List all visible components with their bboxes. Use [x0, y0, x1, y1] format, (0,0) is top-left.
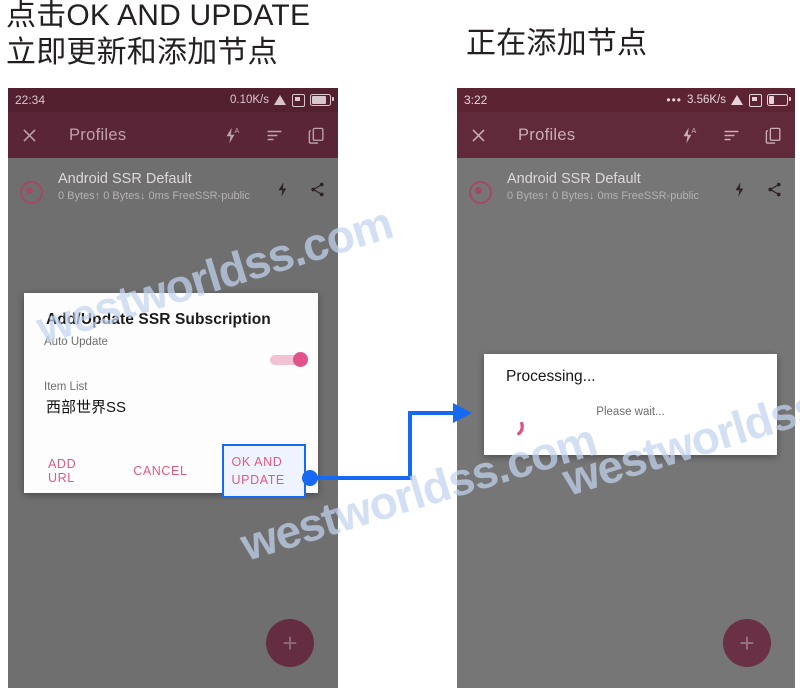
ok-and-update-button[interactable]: OK AND UPDATE	[232, 455, 285, 487]
close-icon[interactable]	[469, 126, 488, 145]
status-network-speed: 3.56K/s	[687, 94, 726, 106]
bolt-icon[interactable]	[732, 181, 749, 198]
phone-screenshot-right: 3:22 ••• 3.56K/s Profiles A Android SSR …	[457, 88, 795, 688]
bolt-icon[interactable]	[275, 181, 292, 198]
profile-subtitle: 0 Bytes↑ 0 Bytes↓ 0ms FreeSSR-public	[507, 190, 699, 203]
screen-record-icon	[749, 93, 762, 107]
add-profile-fab[interactable]: +	[266, 619, 314, 667]
wifi-icon	[731, 95, 744, 105]
dialog-actions: ADD URL CANCEL OK AND UPDATE	[24, 444, 318, 498]
status-time: 22:34	[15, 93, 46, 107]
profile-list: Android SSR Default 0 Bytes↑ 0 Bytes↓ 0m…	[8, 158, 338, 216]
status-time: 3:22	[464, 93, 488, 107]
dialog-title: Add/Update SSR Subscription	[46, 311, 271, 328]
ok-and-update-button-highlight: OK AND UPDATE	[221, 444, 306, 498]
list-item[interactable]: Android SSR Default 0 Bytes↑ 0 Bytes↓ 0m…	[8, 158, 338, 216]
phone-screenshot-left: 22:34 0.10K/s Profiles A Android SSR Def…	[8, 88, 338, 688]
screen-record-icon	[292, 93, 305, 107]
share-icon[interactable]	[309, 181, 326, 198]
sort-icon[interactable]	[265, 126, 284, 145]
sort-icon[interactable]	[722, 126, 741, 145]
app-bar-title: Profiles	[518, 125, 576, 144]
add-url-button[interactable]: ADD URL	[40, 451, 91, 491]
flash-auto-icon[interactable]: A	[680, 126, 699, 145]
battery-icon	[767, 94, 791, 106]
close-icon[interactable]	[20, 126, 39, 145]
auto-update-label: Auto Update	[44, 336, 108, 348]
copy-icon[interactable]	[307, 126, 326, 145]
app-bar: Profiles A	[457, 112, 795, 158]
caption-left: 点击OK AND UPDATE 立即更新和添加节点	[6, 0, 311, 69]
radio-selected-icon[interactable]	[20, 181, 43, 204]
copy-icon[interactable]	[764, 126, 783, 145]
processing-title: Processing...	[506, 368, 596, 385]
app-bar-title: Profiles	[69, 125, 127, 144]
profile-title: Android SSR Default	[507, 171, 641, 187]
toggle-thumb	[293, 352, 308, 367]
cancel-button[interactable]: CANCEL	[125, 458, 195, 484]
list-item[interactable]: Android SSR Default 0 Bytes↑ 0 Bytes↓ 0m…	[457, 158, 795, 216]
profile-title: Android SSR Default	[58, 171, 192, 187]
radio-selected-icon[interactable]	[469, 181, 492, 204]
svg-text:A: A	[234, 127, 239, 135]
item-list-label: Item List	[44, 381, 88, 393]
profile-subtitle: 0 Bytes↑ 0 Bytes↓ 0ms FreeSSR-public	[58, 190, 250, 203]
status-bar: 22:34 0.10K/s	[8, 88, 338, 112]
item-list-value[interactable]: 西部世界SS	[24, 393, 318, 417]
status-more-dots: •••	[666, 93, 682, 107]
battery-icon	[310, 94, 334, 106]
svg-text:A: A	[691, 127, 696, 135]
status-network-speed: 0.10K/s	[230, 94, 269, 106]
share-icon[interactable]	[766, 181, 783, 198]
add-icon: +	[282, 628, 298, 658]
profile-list: Android SSR Default 0 Bytes↑ 0 Bytes↓ 0m…	[457, 158, 795, 216]
loading-spinner-icon	[500, 415, 526, 441]
processing-message: Please wait...	[596, 406, 665, 418]
flash-auto-icon[interactable]: A	[223, 126, 242, 145]
add-profile-fab[interactable]: +	[723, 619, 771, 667]
wifi-icon	[274, 95, 287, 105]
auto-update-toggle[interactable]	[270, 352, 308, 367]
app-bar: Profiles A	[8, 112, 338, 158]
add-update-ssr-dialog: Add/Update SSR Subscription Auto Update …	[24, 293, 318, 498]
screenshot-root: 点击OK AND UPDATE 立即更新和添加节点 正在添加节点 22:34 0…	[0, 0, 800, 689]
status-bar: 3:22 ••• 3.56K/s	[457, 88, 795, 112]
caption-right: 正在添加节点	[466, 27, 648, 60]
add-icon: +	[739, 628, 755, 658]
processing-dialog: Processing... Please wait...	[484, 354, 777, 455]
